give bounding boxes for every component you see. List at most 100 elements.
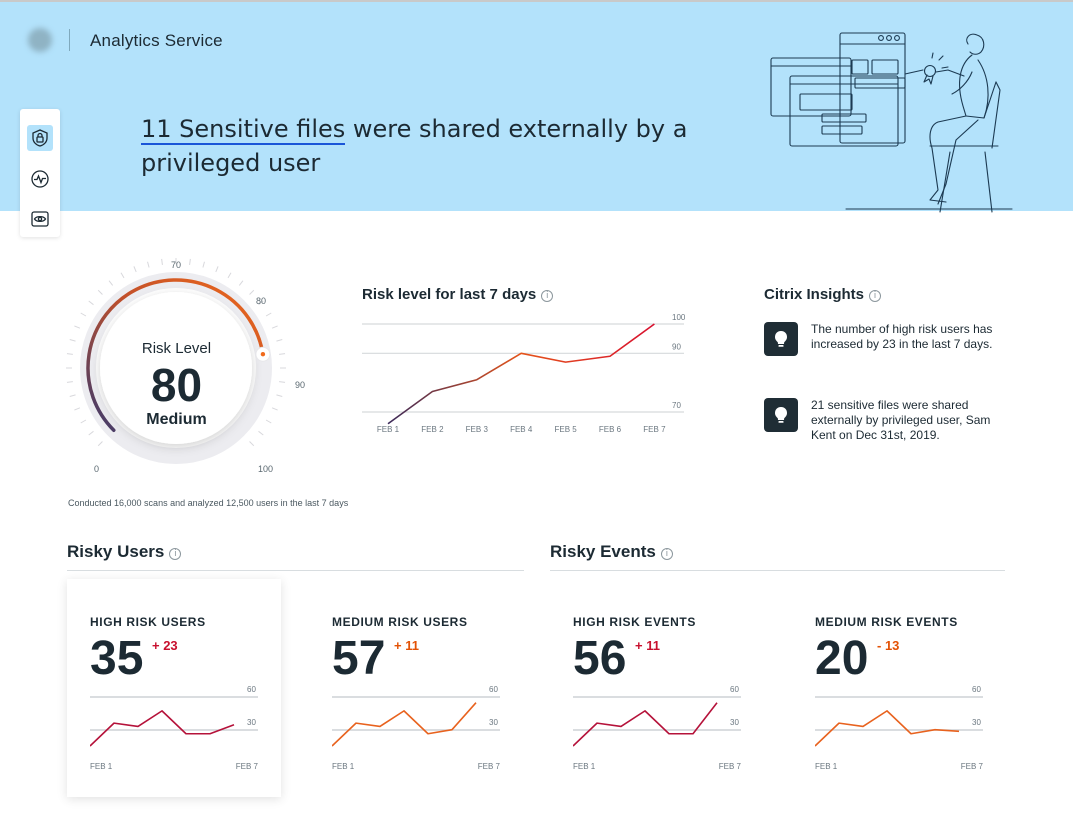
spark-series-line	[332, 702, 477, 747]
spark-x-end: FEB 7	[719, 762, 742, 771]
spark-y-tick: 30	[730, 718, 739, 727]
spark-series-line	[90, 710, 235, 747]
spark-x-start: FEB 1	[573, 762, 596, 771]
spark-x-start: FEB 1	[332, 762, 355, 771]
insights-title-text: Citrix Insights	[764, 286, 865, 303]
high-risk-events-card[interactable]: HIGH RISK EVENTS 56 + 11 60 30 FEB 1 FEB 7	[550, 579, 764, 797]
risky-users-title: Risky Users i	[67, 542, 182, 562]
gauge-tick-mark	[265, 312, 272, 317]
insight-text: The number of high risk users has increa…	[811, 322, 993, 351]
rail-visibility-button[interactable]	[27, 206, 53, 232]
trend-chart-title: Risk level for last 7 days i	[362, 286, 554, 303]
gauge-tick-mark	[227, 272, 232, 279]
gauge-tick-70: 70	[171, 260, 182, 270]
card-sparkline: 60 30 FEB 1 FEB 7	[815, 685, 984, 771]
trend-x-tick: FEB 7	[643, 425, 666, 434]
trend-x-tick: FEB 6	[599, 425, 622, 434]
spark-series-line	[815, 710, 960, 747]
hero-headline: 11 Sensitive files were shared externall…	[141, 112, 701, 180]
section-divider	[67, 570, 524, 571]
headline-highlight-link[interactable]: 11 Sensitive files	[141, 115, 346, 145]
rail-security-button[interactable]	[27, 125, 53, 151]
trend-x-tick: FEB 5	[554, 425, 577, 434]
info-icon[interactable]: i	[541, 290, 554, 302]
gauge-tick-mark	[133, 266, 137, 273]
spark-y-tick: 60	[730, 685, 739, 694]
gauge-tick-mark	[80, 312, 87, 317]
trend-x-tick: FEB 4	[510, 425, 533, 434]
card-title: HIGH RISK USERS	[90, 615, 206, 629]
analytics-page: Analytics Service 11 Sensitive files wer…	[0, 0, 1073, 823]
lock-shield-icon	[32, 129, 48, 147]
spark-x-start: FEB 1	[90, 762, 113, 771]
trend-series-line	[387, 323, 655, 425]
spark-y-tick: 30	[972, 718, 981, 727]
spark-y-tick: 60	[489, 685, 498, 694]
insights-title: Citrix Insights i	[764, 286, 882, 303]
spark-x-end: FEB 7	[236, 762, 259, 771]
trend-y-tick: 100	[672, 313, 686, 322]
insight-item[interactable]: 21 sensitive files were shared externall…	[764, 398, 1004, 448]
app-logo[interactable]	[28, 28, 52, 52]
gauge-tick-100: 100	[258, 464, 274, 474]
gauge-tick-mark	[88, 430, 94, 436]
header-divider	[69, 29, 70, 51]
gauge-tick-80: 80	[256, 296, 267, 306]
gauge-tick-mark	[147, 261, 150, 268]
gauge-tick-mark	[238, 280, 244, 286]
scan-summary-note: Conducted 16,000 scans and analyzed 12,5…	[68, 498, 349, 508]
gauge-tick-mark	[161, 258, 163, 265]
top-border	[0, 0, 1073, 2]
spark-y-tick: 30	[489, 718, 498, 727]
eye-icon	[31, 211, 49, 227]
hero-banner: Analytics Service 11 Sensitive files wer…	[0, 0, 1073, 213]
trend-y-tick: 90	[672, 342, 681, 351]
info-icon[interactable]: i	[660, 548, 673, 560]
lightbulb-icon	[764, 322, 798, 356]
high-risk-users-card[interactable]: HIGH RISK USERS 35 + 23 60 30 FEB 1 FEB 7	[67, 579, 281, 797]
spark-y-tick: 30	[247, 718, 256, 727]
card-delta: + 11	[394, 638, 419, 653]
risk-trend-chart: 70 90 100 FEB 1 FEB 2 FEB 3 FEB 4 FEB 5 FEB 6 FEB…	[362, 313, 686, 434]
card-title: HIGH RISK EVENTS	[573, 615, 696, 629]
card-value: 35	[90, 632, 144, 685]
person-with-screens-illustration	[770, 32, 1013, 213]
rail-activity-button[interactable]	[27, 166, 53, 192]
gauge-tick-mark	[271, 325, 278, 329]
trend-chart-title-text: Risk level for last 7 days	[362, 286, 537, 303]
risky-events-title-text: Risky Events	[550, 542, 656, 561]
gauge-tick-mark	[88, 300, 94, 306]
info-icon[interactable]: i	[169, 548, 182, 560]
trend-x-tick: FEB 1	[377, 425, 400, 434]
gauge-tick-mark	[108, 280, 114, 286]
spark-series-line	[573, 702, 718, 747]
gauge-tick-0: 0	[94, 464, 100, 474]
gauge-tick-mark	[97, 289, 103, 295]
spark-x-end: FEB 7	[478, 762, 501, 771]
medium-risk-events-card[interactable]: MEDIUM RISK EVENTS 20 - 13 60 30 FEB 1 FEB …	[792, 579, 1006, 797]
gauge-value: 80	[150, 359, 203, 411]
insight-text: 21 sensitive files were shared externall…	[811, 398, 991, 442]
spark-y-tick: 60	[247, 685, 256, 694]
card-delta: + 23	[152, 638, 178, 653]
app-title: Analytics Service	[90, 31, 223, 50]
gauge-tick-mark	[202, 261, 205, 268]
section-divider	[550, 570, 1005, 571]
lightbulb-icon	[764, 398, 798, 432]
side-rail	[20, 109, 60, 237]
spark-x-start: FEB 1	[815, 762, 838, 771]
gauge-tick-mark	[120, 272, 125, 279]
gauge-tick-mark	[189, 258, 191, 265]
card-value: 20	[815, 632, 869, 685]
info-icon[interactable]: i	[869, 290, 882, 302]
insight-item[interactable]: The number of high risk users has increa…	[764, 322, 1004, 362]
gauge-tick-mark	[215, 266, 219, 273]
gauge-tick-mark	[258, 430, 264, 436]
gauge-tick-mark	[249, 441, 255, 447]
trend-x-tick: FEB 2	[421, 425, 444, 434]
gauge-label: Risk Level	[141, 340, 212, 357]
medium-risk-users-card[interactable]: MEDIUM RISK USERS 57 + 11 60 30 FEB 1 FEB 7	[309, 579, 523, 797]
card-title: MEDIUM RISK USERS	[332, 615, 468, 629]
card-value: 56	[573, 632, 627, 685]
gauge-tick-mark	[249, 289, 255, 295]
